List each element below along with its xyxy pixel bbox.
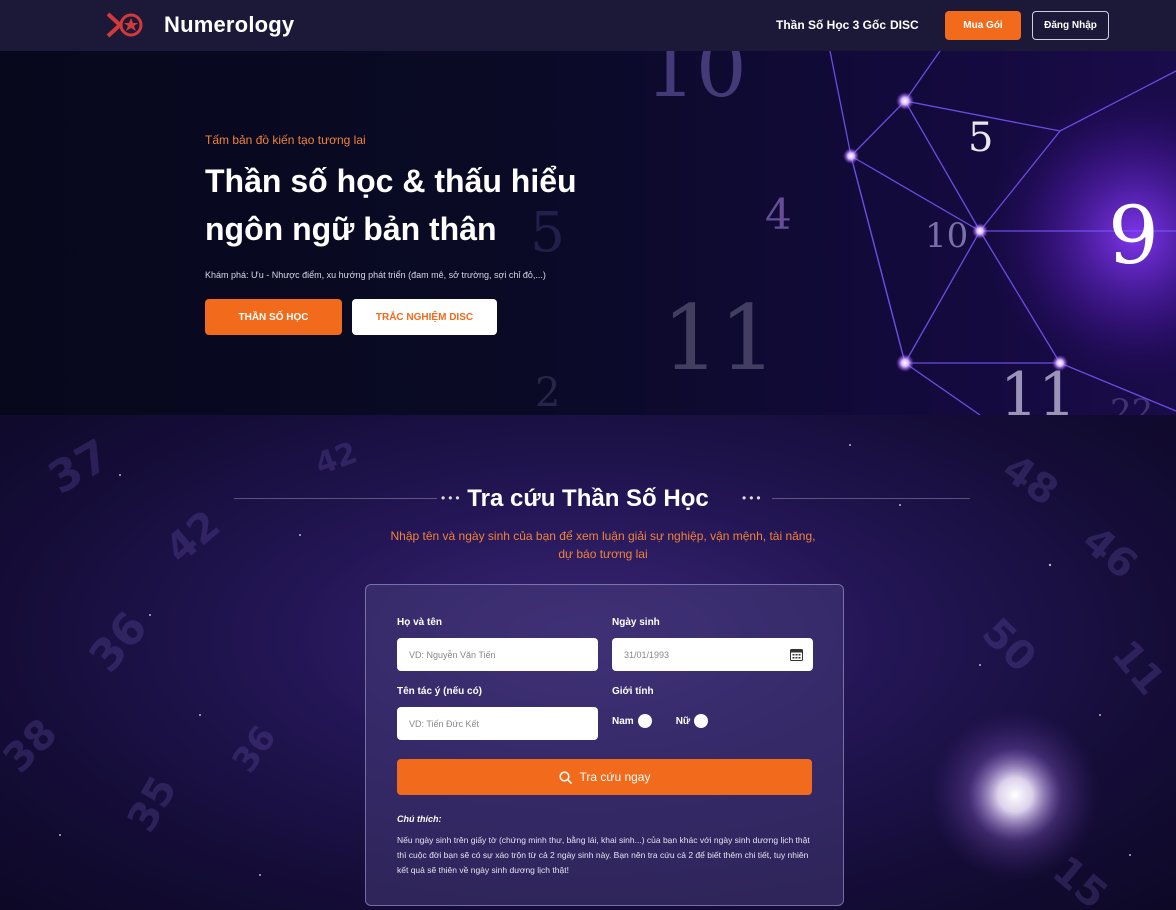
lookup-subtitle: Nhập tên và ngày sinh của bạn để xem luậ… <box>390 529 816 561</box>
gender-female-radio[interactable] <box>694 714 709 728</box>
numerology-button[interactable]: THẦN SỐ HỌC <box>205 299 342 335</box>
nav-link-than-so-hoc-3-goc[interactable]: Thần Số Học 3 Gốc <box>776 18 886 32</box>
dob-value: 31/01/1993 <box>624 649 670 660</box>
dob-label: Ngày sinh <box>612 617 660 628</box>
svg-text:11: 11 <box>662 286 777 391</box>
search-icon <box>558 770 572 784</box>
lookup-heading: Tra cứu Thần Số Học <box>467 485 709 512</box>
svg-text:10: 10 <box>645 51 747 115</box>
gender-male-radio[interactable] <box>637 714 652 728</box>
hero-eyebrow: Tấm bản đồ kiến tạo tương lai <box>205 133 366 147</box>
gender-option-female[interactable]: Nữ <box>675 714 709 728</box>
brand-logo-icon <box>106 12 154 38</box>
hero-description: Khám phá: Ưu - Nhược điểm, xu hướng phát… <box>205 270 546 280</box>
calendar-icon[interactable] <box>790 648 803 661</box>
brand[interactable]: Numerology <box>106 10 294 40</box>
lookup-submit-label: Tra cứu ngay <box>579 770 651 784</box>
gender-female-label: Nữ <box>675 715 691 727</box>
svg-text:10: 10 <box>925 216 968 256</box>
svg-text:22: 22 <box>1110 392 1153 415</box>
alias-name-label: Tên tác ý (nếu có) <box>397 686 483 697</box>
alias-name-input[interactable]: VD: Tiến Đức Kết <box>397 707 598 740</box>
svg-text:35: 35 <box>119 769 187 840</box>
brand-name: Numerology <box>164 12 295 37</box>
svg-text:50: 50 <box>973 610 1045 682</box>
login-button[interactable]: Đăng Nhập <box>1032 11 1109 40</box>
svg-text:4: 4 <box>765 190 792 239</box>
svg-text:36: 36 <box>225 718 285 780</box>
svg-text:38: 38 <box>0 710 66 782</box>
svg-text:2: 2 <box>535 370 560 415</box>
full-name-label: Họ và tên <box>397 617 443 628</box>
heading-divider-right <box>772 498 970 499</box>
svg-text:42: 42 <box>311 435 362 482</box>
alias-name-placeholder: VD: Tiến Đức Kết <box>409 718 480 729</box>
full-name-placeholder: VD: Nguyễn Văn Tiến <box>409 649 496 660</box>
top-navbar: Numerology Thần Số Học 3 Gốc DISC Mua Gó… <box>0 0 1176 51</box>
svg-text:9: 9 <box>1108 189 1159 282</box>
lookup-submit-button[interactable]: Tra cứu ngay <box>397 759 812 795</box>
disc-test-button[interactable]: TRẮC NGHIỆM DISC <box>352 299 497 335</box>
svg-text:46: 46 <box>1074 517 1146 588</box>
svg-text:11: 11 <box>1102 632 1173 704</box>
hero-section: 10 5 4 10 9 5 11 2 11 22 Tấm bản đồ kiến… <box>0 51 1176 415</box>
note-title: Chú thích: <box>397 814 442 824</box>
svg-text:11: 11 <box>1000 360 1076 415</box>
svg-text:5: 5 <box>968 115 993 161</box>
buy-package-button[interactable]: Mua Gói <box>945 11 1021 40</box>
note-body: Nếu ngày sinh trên giấy tờ (chứng minh t… <box>397 835 810 875</box>
heading-dots-right: ••• <box>742 491 764 505</box>
nav-link-disc[interactable]: DISC <box>890 18 919 32</box>
hero-title: Thần số học & thấu hiểu ngôn ngữ bản thâ… <box>205 163 577 247</box>
gender-radio-group: Nam Nữ <box>612 714 709 728</box>
dob-input[interactable]: 31/01/1993 <box>612 638 813 671</box>
lookup-section: 37 42 36 38 35 36 48 46 50 11 15 42 ••• … <box>0 415 1176 910</box>
full-name-input[interactable]: VD: Nguyễn Văn Tiến <box>397 638 598 671</box>
svg-text:36: 36 <box>79 602 157 682</box>
gender-label: Giới tính <box>612 686 654 697</box>
gender-male-label: Nam <box>612 715 634 727</box>
gender-option-male[interactable]: Nam <box>612 714 652 728</box>
lookup-form: Họ và tên VD: Nguyễn Văn Tiến Ngày sinh … <box>365 584 844 906</box>
